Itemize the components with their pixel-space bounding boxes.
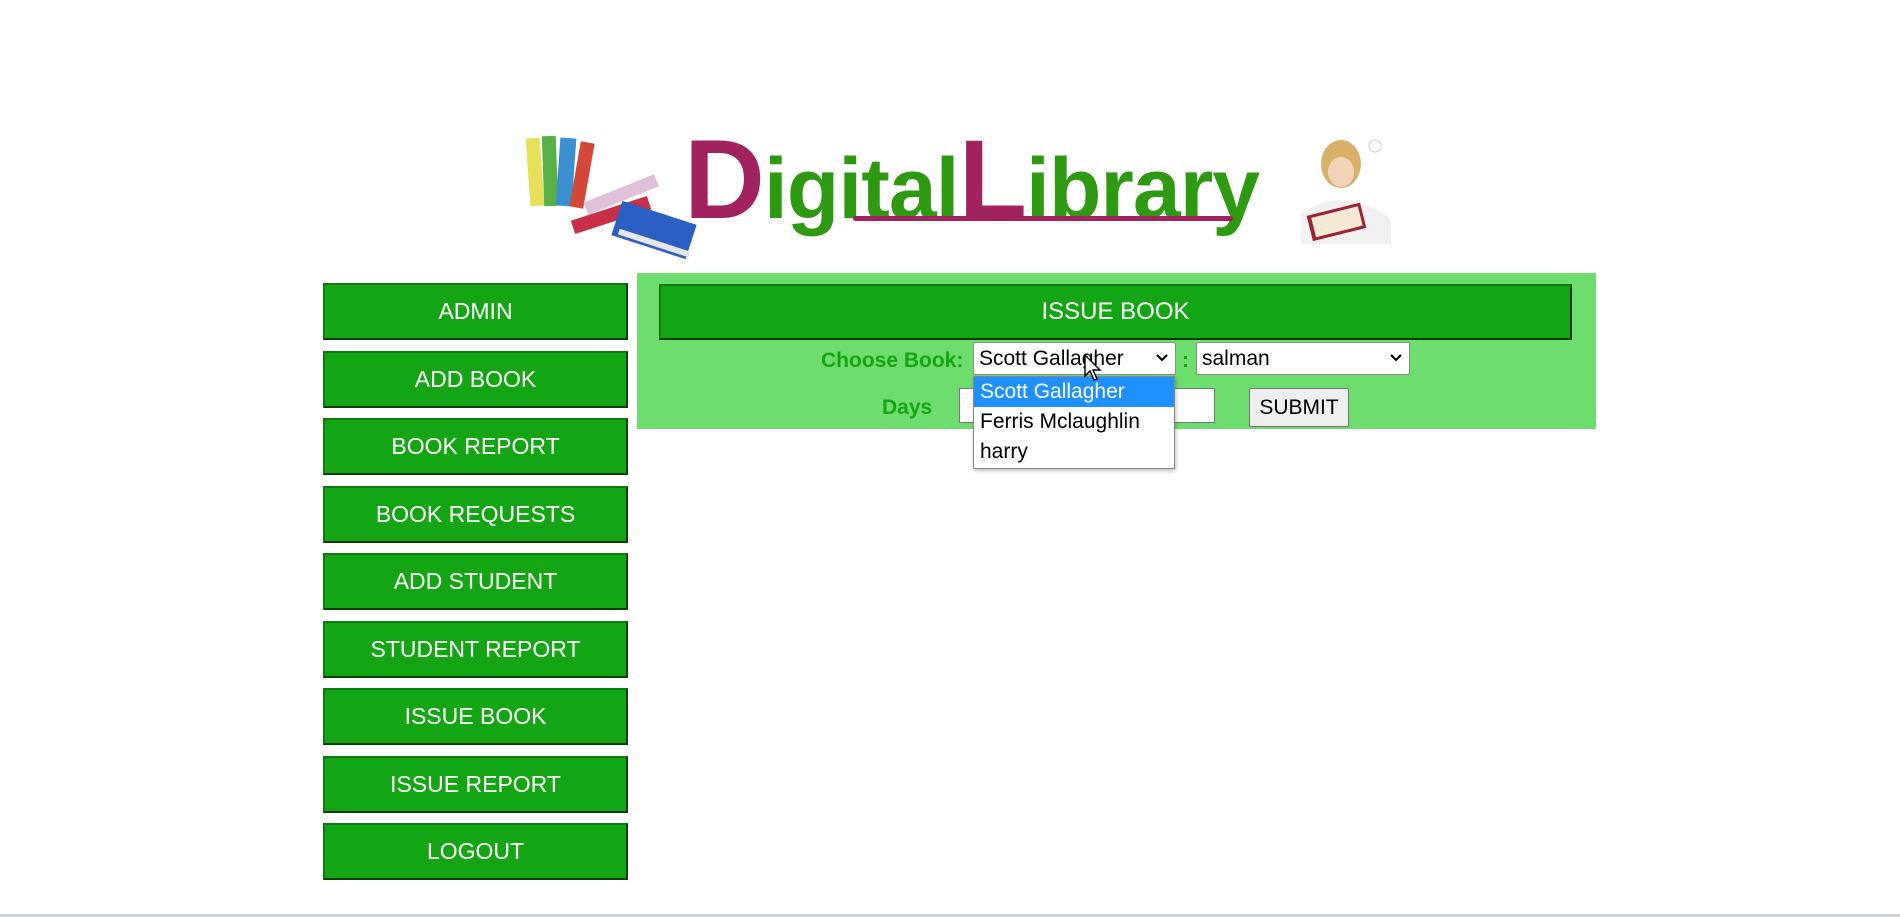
nav-issue-report-button[interactable]: ISSUE REPORT bbox=[323, 755, 628, 813]
nav-add-student-button[interactable]: ADD STUDENT bbox=[323, 553, 628, 610]
logo-title: DigitalLibrary bbox=[684, 117, 1260, 242]
dropdown-option[interactable]: Ferris Mclaughlin bbox=[974, 407, 1174, 437]
dropdown-option[interactable]: Scott Gallagher bbox=[974, 377, 1174, 407]
nav-logout-button[interactable]: LOGOUT bbox=[323, 823, 628, 880]
nav-issue-book-button[interactable]: ISSUE BOOK bbox=[323, 688, 628, 745]
logo-underline bbox=[853, 216, 1233, 221]
book-dropdown-list: Scott Gallagher Ferris Mclaughlin harry bbox=[973, 376, 1175, 469]
submit-button[interactable]: SUBMIT bbox=[1249, 388, 1349, 427]
digital-library-logo: DigitalLibrary bbox=[523, 117, 1403, 261]
book-select[interactable]: Scott Gallagher bbox=[973, 342, 1176, 375]
mouse-cursor-icon bbox=[1084, 354, 1102, 381]
dropdown-option[interactable]: harry bbox=[974, 437, 1174, 467]
reading-girl-illustration bbox=[1301, 139, 1391, 244]
nav-admin-button[interactable]: ADMIN bbox=[323, 283, 628, 340]
student-select-value: salman bbox=[1202, 347, 1270, 370]
chevron-down-icon bbox=[1155, 343, 1169, 374]
nav-book-requests-button[interactable]: BOOK REQUESTS bbox=[323, 485, 628, 543]
choose-book-label: Choose Book: bbox=[821, 349, 964, 372]
days-label: Days bbox=[882, 396, 933, 419]
chevron-down-icon bbox=[1389, 343, 1403, 374]
student-select[interactable]: salman bbox=[1196, 342, 1410, 375]
nav-book-report-button[interactable]: BOOK REPORT bbox=[323, 418, 628, 475]
book-select-value: Scott Gallagher bbox=[979, 347, 1124, 370]
sidebar-nav: ADMIN ADD BOOK BOOK REPORT BOOK REQUESTS… bbox=[323, 283, 628, 891]
separator-colon: : bbox=[1182, 349, 1189, 372]
panel-title: ISSUE BOOK bbox=[659, 284, 1572, 340]
nav-add-book-button[interactable]: ADD BOOK bbox=[323, 350, 628, 408]
nav-student-report-button[interactable]: STUDENT REPORT bbox=[323, 620, 628, 678]
